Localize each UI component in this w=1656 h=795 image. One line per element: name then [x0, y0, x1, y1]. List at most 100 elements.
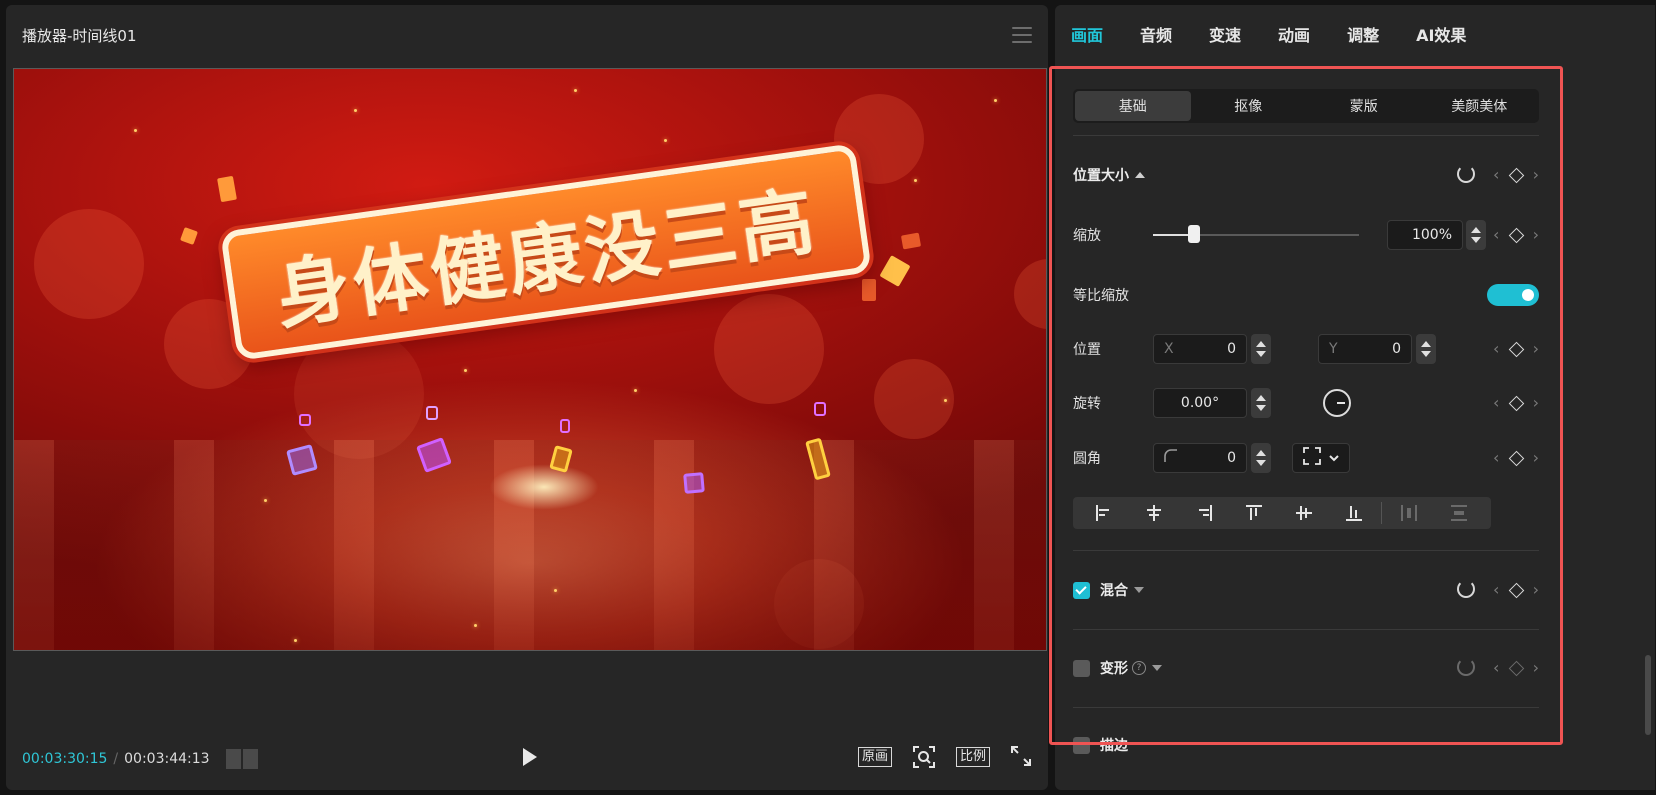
inspector-tabs: 画面 音频 变速 动画 调整 AI效果: [1055, 5, 1655, 63]
properties-panel: 基础 抠像 蒙版 美颜美体 位置大小 ‹› 缩放 100% ‹› 等比缩放: [1055, 65, 1567, 790]
scale-slider-thumb[interactable]: [1188, 225, 1200, 243]
tab-picture[interactable]: 画面: [1071, 22, 1103, 46]
distribute-horizontal-icon: [1384, 498, 1434, 528]
reset-icon[interactable]: [1457, 580, 1475, 598]
x-prefix: X: [1164, 341, 1174, 357]
position-label: 位置: [1073, 342, 1101, 358]
uniform-scale-toggle[interactable]: [1487, 284, 1539, 306]
corner-mode-select[interactable]: [1292, 443, 1350, 473]
scale-row: 缩放 100% ‹ ›: [1073, 219, 1539, 251]
scale-label: 缩放: [1073, 228, 1101, 244]
help-icon[interactable]: ?: [1132, 661, 1146, 675]
keyframe-control[interactable]: ‹ ›: [1493, 393, 1539, 413]
position-row: 位置 X 0 Y 0 ‹ ›: [1073, 333, 1539, 365]
zoom-preview-icon[interactable]: [912, 745, 936, 769]
position-size-title: 位置大小: [1073, 168, 1129, 184]
divider: [1073, 629, 1539, 630]
position-x-input[interactable]: X 0: [1153, 334, 1247, 364]
keyframe-icon: [1508, 395, 1524, 411]
corner-radius-input[interactable]: 0: [1153, 443, 1247, 473]
reset-icon[interactable]: [1457, 165, 1475, 183]
subtab-beauty[interactable]: 美颜美体: [1422, 91, 1538, 121]
divider: [1073, 135, 1539, 136]
scrollbar[interactable]: [1645, 655, 1651, 735]
collapse-caret-icon[interactable]: [1135, 172, 1145, 178]
fullscreen-icon[interactable]: [1010, 745, 1034, 769]
position-x-stepper[interactable]: [1251, 334, 1271, 364]
corner-radius-stepper[interactable]: [1251, 443, 1271, 473]
rotation-stepper[interactable]: [1251, 388, 1271, 418]
transform-title: 变形: [1100, 661, 1128, 677]
inspector-panel: 画面 音频 变速 动画 调整 AI效果 基础 抠像 蒙版 美颜美体 位置大小 ‹…: [1055, 5, 1655, 790]
corner-frame-icon: [1303, 447, 1321, 469]
tab-audio[interactable]: 音频: [1140, 22, 1172, 46]
keyframe-icon: [1508, 227, 1524, 243]
position-size-header[interactable]: 位置大小 ‹ ›: [1073, 159, 1539, 191]
subtab-basic[interactable]: 基础: [1075, 91, 1191, 121]
corner-radius-icon: [1164, 449, 1178, 467]
corner-radius-value: 0: [1227, 450, 1236, 466]
rotation-row: 旋转 0.00° ‹ ›: [1073, 387, 1539, 419]
align-bottom-icon[interactable]: [1329, 498, 1379, 528]
stroke-title: 描边: [1100, 738, 1128, 754]
keyframe-icon: [1508, 341, 1524, 357]
keyframe-control[interactable]: ‹ ›: [1493, 580, 1539, 600]
corner-radius-row: 圆角 0 ‹ ›: [1073, 442, 1539, 474]
blend-checkbox[interactable]: [1073, 581, 1090, 599]
stroke-checkbox[interactable]: [1073, 736, 1090, 754]
uniform-scale-row: 等比缩放: [1073, 279, 1539, 311]
position-y-input[interactable]: Y 0: [1318, 334, 1412, 364]
tab-speed[interactable]: 变速: [1209, 22, 1241, 46]
rotation-input[interactable]: 0.00°: [1153, 388, 1247, 418]
keyframe-control[interactable]: ‹ ›: [1493, 658, 1539, 678]
keyframe-control[interactable]: ‹ ›: [1493, 339, 1539, 359]
align-right-icon[interactable]: [1179, 498, 1229, 528]
chevron-down-icon: [1329, 450, 1339, 466]
corner-radius-label: 圆角: [1073, 451, 1101, 467]
y-value: 0: [1392, 341, 1401, 357]
keyframe-control[interactable]: ‹ ›: [1493, 448, 1539, 468]
expand-caret-icon[interactable]: [1152, 665, 1162, 671]
player-panel: 播放器-时间线01 身体健康没三高 00:03:30:15 / 00:03:44…: [6, 5, 1048, 790]
keyframe-control[interactable]: ‹ ›: [1493, 165, 1539, 185]
alignment-toolbar: [1073, 497, 1491, 529]
subtab-mask[interactable]: 蒙版: [1306, 91, 1422, 121]
align-center-h-icon[interactable]: [1129, 498, 1179, 528]
play-button[interactable]: [523, 748, 537, 766]
transform-header[interactable]: 变形 ? ‹ ›: [1073, 652, 1539, 684]
time-separator: /: [113, 751, 119, 767]
menu-icon[interactable]: [1012, 27, 1032, 43]
align-middle-v-icon[interactable]: [1279, 498, 1329, 528]
player-title: 播放器-时间线01: [22, 26, 137, 45]
tab-adjust[interactable]: 调整: [1347, 22, 1379, 46]
keyframe-control[interactable]: ‹ ›: [1493, 225, 1539, 245]
original-quality-button[interactable]: 原画: [857, 747, 892, 767]
position-y-stepper[interactable]: [1416, 334, 1436, 364]
timeline-grid-icon[interactable]: [225, 749, 258, 769]
blend-header[interactable]: 混合 ‹ ›: [1073, 574, 1539, 606]
scale-input[interactable]: 100%: [1387, 220, 1463, 250]
transform-checkbox[interactable]: [1073, 659, 1090, 677]
expand-caret-icon[interactable]: [1134, 587, 1144, 593]
align-left-icon[interactable]: [1079, 498, 1129, 528]
keyframe-icon: [1508, 660, 1524, 676]
aspect-ratio-button[interactable]: 比例: [955, 747, 990, 767]
stroke-header[interactable]: 描边: [1073, 729, 1539, 761]
uniform-scale-label: 等比缩放: [1073, 288, 1129, 304]
tab-ai-effects[interactable]: AI效果: [1416, 22, 1466, 46]
sub-tabs: 基础 抠像 蒙版 美颜美体: [1073, 89, 1539, 123]
subtab-keying[interactable]: 抠像: [1191, 91, 1307, 121]
scale-stepper[interactable]: [1466, 220, 1486, 250]
blend-title: 混合: [1100, 583, 1128, 599]
tab-animation[interactable]: 动画: [1278, 22, 1310, 46]
align-top-icon[interactable]: [1229, 498, 1279, 528]
distribute-vertical-icon: [1434, 498, 1484, 528]
player-header: 播放器-时间线01: [6, 5, 1048, 65]
keyframe-icon: [1508, 167, 1524, 183]
total-time: 00:03:44:13: [124, 751, 210, 767]
divider: [1073, 550, 1539, 551]
video-preview[interactable]: 身体健康没三高: [13, 68, 1047, 651]
reset-icon[interactable]: [1457, 658, 1475, 676]
rotation-dial-icon[interactable]: [1323, 389, 1351, 417]
keyframe-icon: [1508, 582, 1524, 598]
